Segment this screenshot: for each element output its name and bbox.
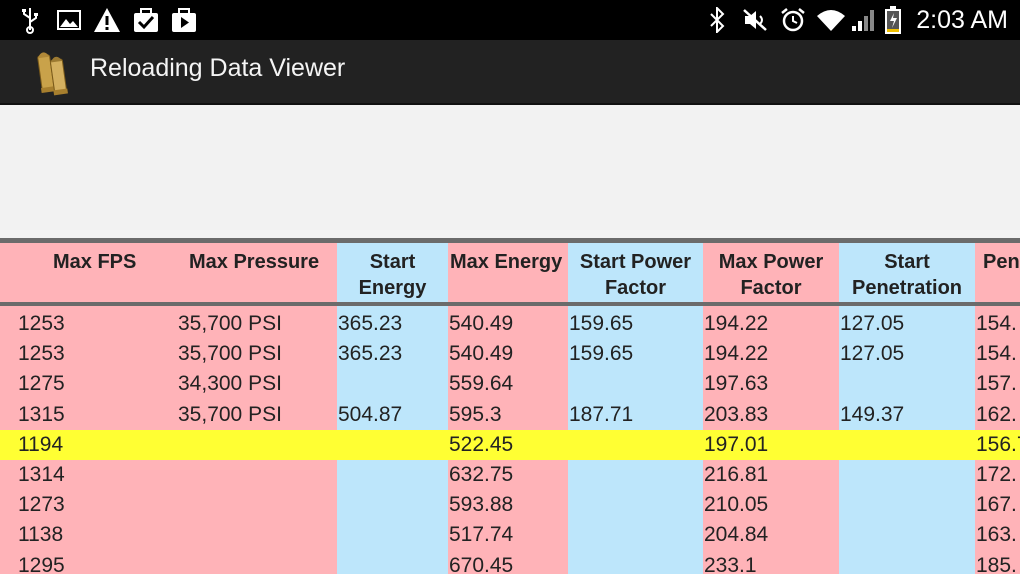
play-store-icon [170,6,198,34]
table-cell: 34,300 PSI [178,372,282,396]
table-cell: 203.83 [704,402,769,426]
table-cell: 163. [976,523,1017,547]
table-cell: 127.05 [840,312,905,335]
alarm-icon [779,6,807,34]
table-cell: 127.05 [840,342,905,366]
warning-icon [92,6,122,34]
status-bar: 2:03 AM [0,0,1020,40]
briefcase-check-icon [132,6,160,34]
table-cell: 159.65 [569,342,634,366]
table-cell: 35,700 PSI [178,312,282,335]
table-cell: 540.49 [449,342,514,366]
table-row[interactable]: 1295 670.45 233.1 185. [0,551,1020,574]
app-title: Reloading Data Viewer [90,54,346,82]
wifi-icon [815,6,847,34]
column-header[interactable]: Max Energy [448,243,568,299]
table-cell: 1273 [18,493,65,517]
table-cell: 1253 [18,342,65,366]
table-cell: 632.75 [449,463,514,486]
table-row[interactable]: 1138 517.74 204.84 163. [0,520,1020,550]
table-row[interactable]: 1253 35,700 PSI 365.23 540.49 159.65 194.22 12… [0,339,1020,369]
table-cell: 154. [976,312,1017,335]
table-cell: 194.22 [704,342,769,366]
table-cell: 154. [976,342,1017,366]
table-row[interactable]: 1315 35,700 PSI 504.87 595.3 187.71 203.83 149… [0,400,1020,430]
table-cell: 187.71 [569,402,634,426]
table-row[interactable]: 1275 34,300 PSI 559.64 197.63 157. [0,369,1020,399]
table-cell: 185. [976,553,1017,574]
table-cell: 197.01 [704,432,769,456]
signal-icon [849,6,877,34]
table-cell: 156.7 [976,432,1020,456]
table-cell: 517.74 [449,523,514,547]
table-cell: 365.23 [338,312,403,335]
column-header[interactable]: Start Power Factor [568,243,703,299]
table-cell: 559.64 [449,372,514,396]
header-divider [0,302,1020,306]
table-cell: 1314 [18,463,65,486]
table-cell: 233.1 [704,553,757,574]
table-cell: 1138 [18,523,64,547]
table-cell: 670.45 [449,553,514,574]
table-cell: 159.65 [569,312,634,335]
bluetooth-icon [706,6,728,34]
table-cell: 522.45 [449,432,514,456]
column-header[interactable]: Max FPS [0,243,175,299]
table-cell: 35,700 PSI [178,402,282,426]
table-cell: 197.63 [704,372,769,396]
table-cell: 172. [976,463,1017,486]
table-cell: 149.37 [840,402,905,426]
table-cell: 216.81 [704,463,769,486]
table-cell: 1315 [18,402,65,426]
table-cell: 194.22 [704,312,769,335]
table-cell: 35,700 PSI [178,342,282,366]
content-spacer [0,105,1020,238]
column-header[interactable]: Max Power Factor [703,243,839,299]
image-icon [56,6,82,34]
table-row[interactable]: 1194 522.45 197.01 156.7 [0,429,1020,460]
column-header[interactable]: Start Penetration [839,243,975,299]
table-cell: 157. [976,372,1017,396]
table-row[interactable]: 1273 593.88 210.05 167. [0,490,1020,520]
table-row[interactable]: 1314 632.75 216.81 172. [0,460,1020,490]
table-cell: 204.84 [704,523,769,547]
table-cell: 167. [976,493,1017,517]
clock-time: 2:03 AM [916,6,1008,34]
app-logo-cartridges-icon[interactable] [30,46,80,100]
table-cell: 1275 [18,372,65,396]
mute-icon [741,6,769,34]
table-cell: 540.49 [449,312,514,335]
table-row[interactable]: 1253 35,700 PSI 365.23 540.49 159.65 194.22 12… [0,309,1020,339]
column-header[interactable]: Max Pressure [175,243,337,299]
column-header[interactable]: Pen [975,243,1020,299]
data-table[interactable]: Max FPS Max Pressure Start Energy Max Energ… [0,238,1020,574]
table-cell: 1194 [18,432,64,456]
column-header[interactable]: Start Energy [337,243,448,299]
table-cell: 210.05 [704,493,769,517]
table-cell: 162. [976,402,1017,426]
table-cell: 593.88 [449,493,514,517]
table-cell: 365.23 [338,342,403,366]
battery-icon [882,6,904,34]
table-cell: 595.3 [449,402,502,426]
action-bar: Reloading Data Viewer [0,40,1020,105]
table-cell: 1295 [18,553,65,574]
table-cell: 504.87 [338,402,403,426]
table-cell: 1253 [18,312,65,335]
usb-icon [18,6,42,34]
